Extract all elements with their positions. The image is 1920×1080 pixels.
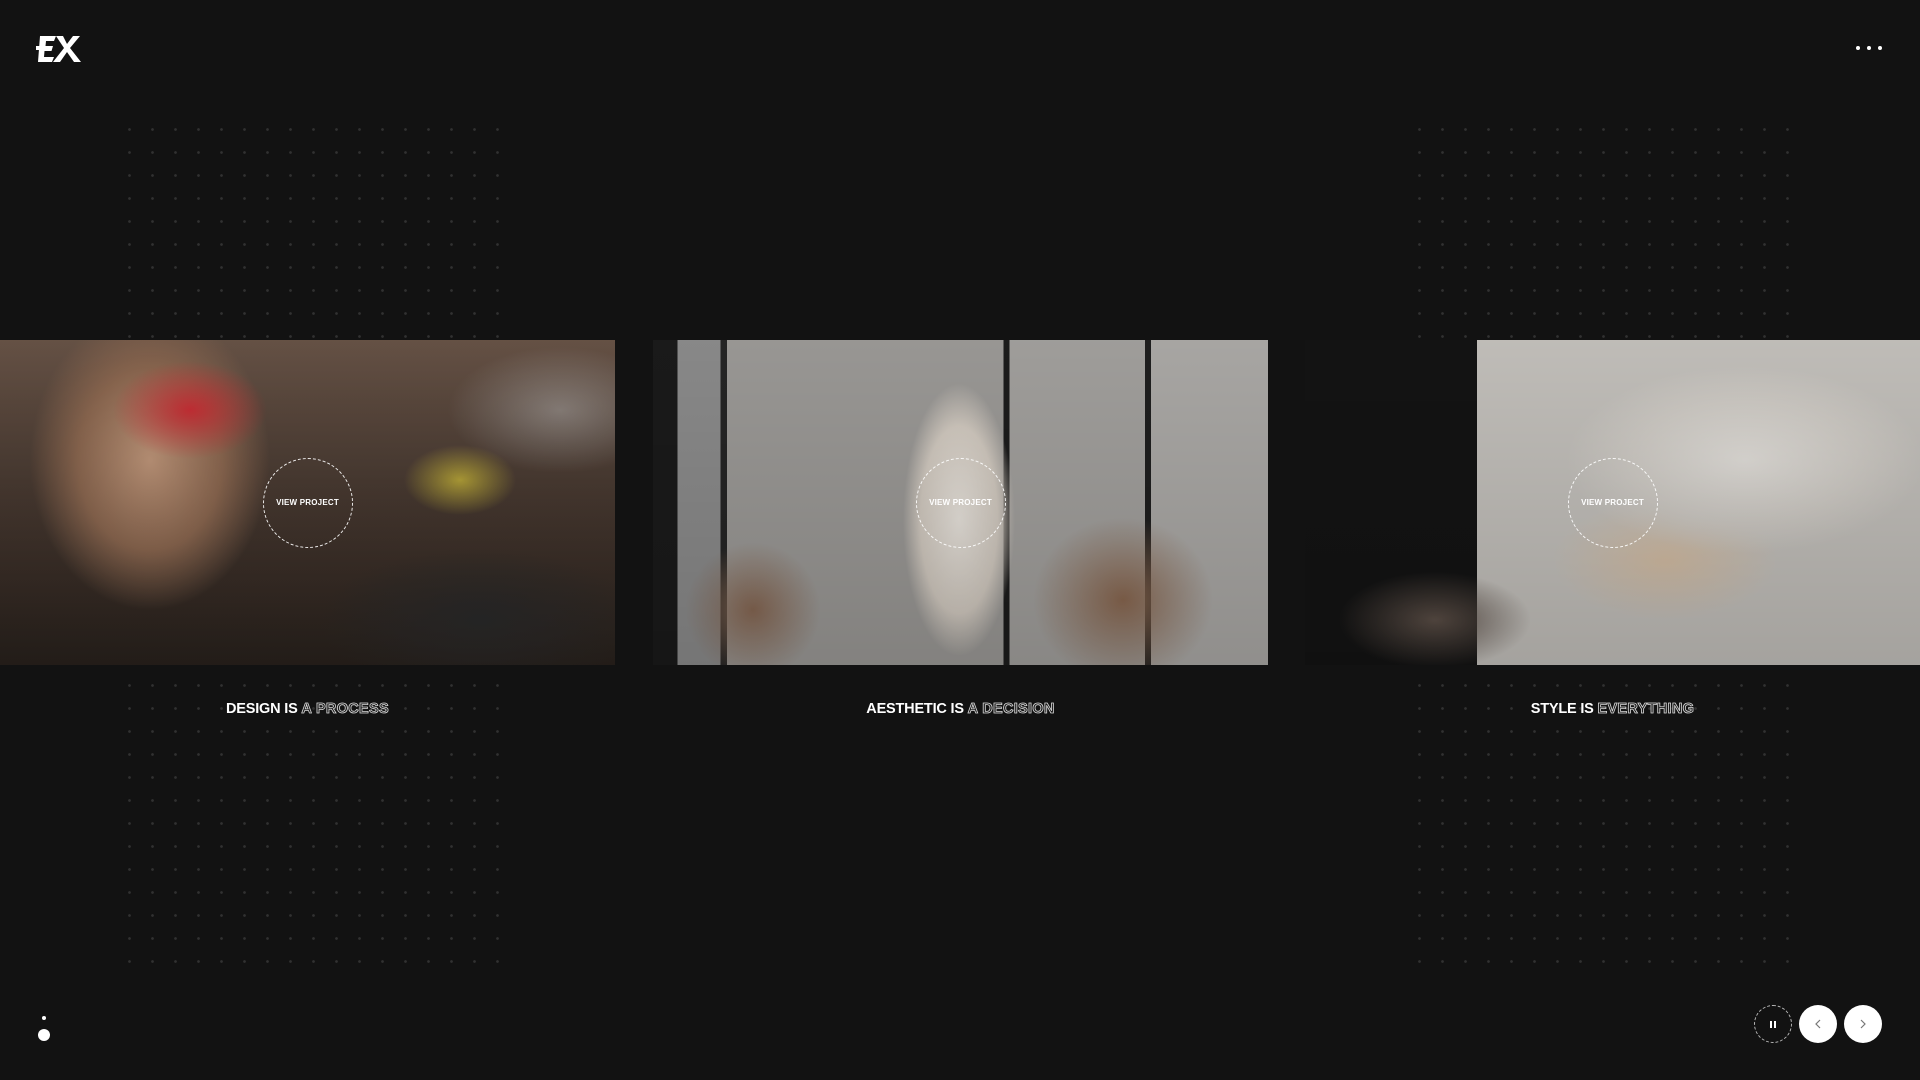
dot-grid-top-right [1408,118,1800,340]
slide-design: VIEW PROJECT DESIGN IS A PROCESS [0,340,615,717]
pause-icon[interactable] [1754,1005,1792,1043]
ex-logo-icon[interactable] [36,34,82,64]
slide-image-sofa[interactable]: VIEW PROJECT [1305,340,1920,665]
slide-caption: DESIGN IS A PROCESS [0,701,615,718]
caption-outline: A DECISION [967,701,1055,718]
menu-dot [1867,46,1871,50]
chevron-right-glyph [1860,1019,1866,1029]
caption-solid: STYLE IS [1530,701,1594,717]
more-horizontal-icon[interactable] [1852,38,1886,58]
dot-grid-bottom-right [1408,674,1800,964]
view-project-button[interactable]: VIEW PROJECT [1567,457,1658,548]
chevron-left-icon[interactable] [1799,1005,1837,1043]
slide-style: VIEW PROJECT STYLE IS EVERYTHING [1305,340,1920,717]
chevron-right-icon[interactable] [1844,1005,1882,1043]
pause-glyph [1770,1020,1776,1028]
dot-grid-top-left [118,118,510,340]
menu-dot [1878,46,1882,50]
pagination-dot[interactable] [42,1016,46,1020]
slide-caption: AESTHETIC IS A DECISION [653,701,1268,718]
caption-outline: EVERYTHING [1597,701,1695,718]
slide-image-dress[interactable]: VIEW PROJECT [653,340,1268,665]
slide-pagination [37,1014,51,1044]
slide-aesthetic: VIEW PROJECT AESTHETIC IS A DECISION [653,340,1268,717]
slide-image-gym[interactable]: VIEW PROJECT [0,340,615,665]
slide-caption: STYLE IS EVERYTHING [1305,701,1920,718]
caption-solid: DESIGN IS [226,701,298,717]
menu-dot [1856,46,1860,50]
slider-page: VIEW PROJECT DESIGN IS A PROCESS VIEW PR… [0,0,1920,1080]
ex-logo-mark [36,36,81,62]
chevron-left-glyph [1815,1019,1821,1029]
caption-solid: AESTHETIC IS [866,701,964,717]
dot-grid-bottom-left [118,674,510,964]
view-project-button[interactable]: VIEW PROJECT [915,457,1006,548]
view-project-button[interactable]: VIEW PROJECT [262,457,353,548]
pagination-dot-active[interactable] [38,1029,50,1041]
caption-outline: A PROCESS [301,701,389,718]
